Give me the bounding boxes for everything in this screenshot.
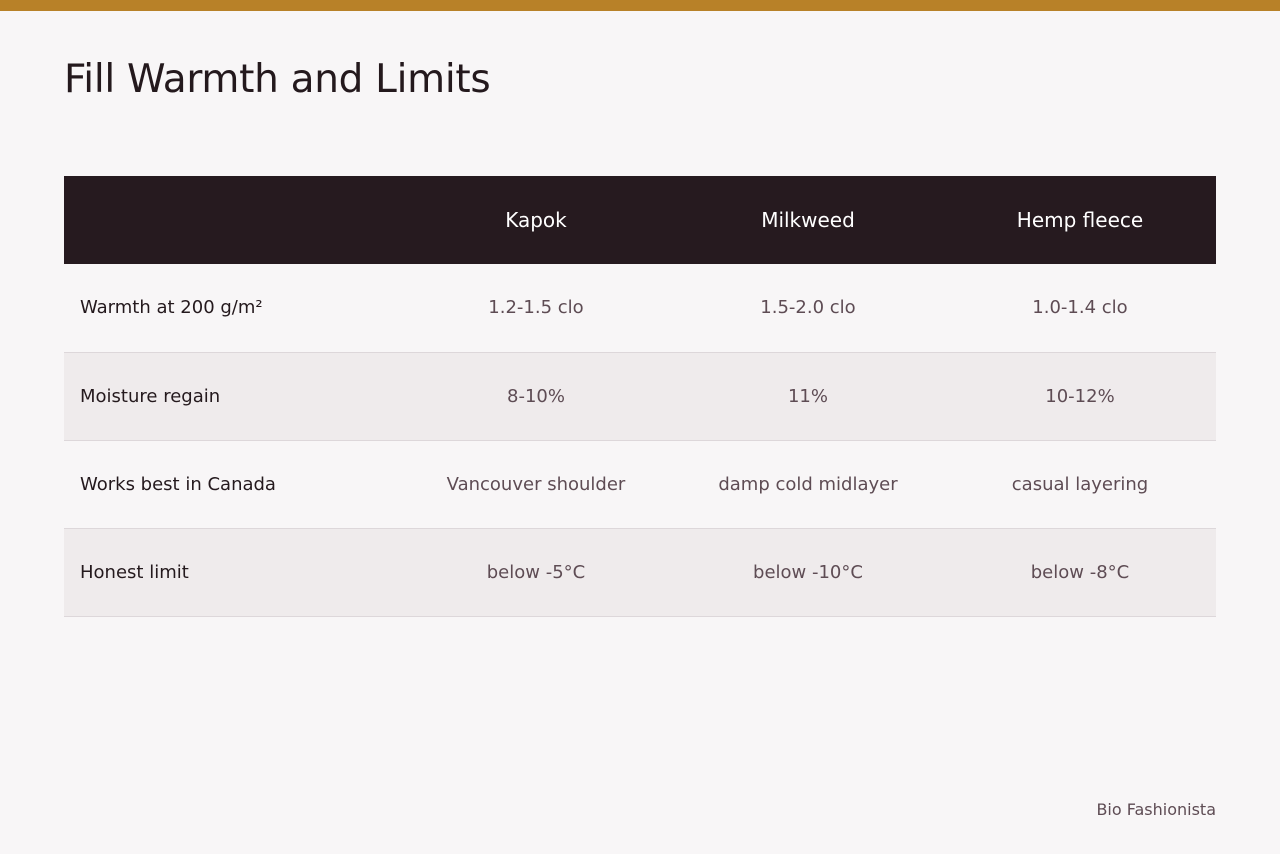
table-cell: Vancouver shoulder [446, 473, 626, 495]
column-header-empty [64, 176, 400, 264]
table-cell: 8-10% [507, 385, 565, 407]
row-label: Honest limit [80, 561, 189, 583]
table-cell: 1.0-1.4 clo [1032, 297, 1128, 319]
table-cell: below -10°C [753, 561, 863, 583]
brand-footer: Bio Fashionista [1096, 800, 1216, 819]
table-header-row: Kapok Milkweed Hemp fleece [64, 176, 1216, 264]
accent-bar [0, 0, 1280, 11]
table-cell: 11% [787, 385, 828, 407]
table-cell: 1.5-2.0 clo [760, 297, 856, 319]
row-label: Moisture regain [80, 385, 221, 407]
table-cell: damp cold midlayer [718, 473, 898, 495]
row-label: Works best in Canada [80, 473, 276, 495]
comparison-table: Kapok Milkweed Hemp fleece Warmth at 200… [64, 176, 1216, 617]
table-cell: below -5°C [486, 561, 586, 583]
table-cell: 10-12% [1045, 385, 1115, 407]
page-title: Fill Warmth and Limits [64, 57, 491, 102]
table-cell: casual layering [1011, 473, 1149, 495]
table-cell: below -8°C [1030, 561, 1130, 583]
column-header-kapok: Kapok [505, 208, 567, 232]
column-header-milkweed: Milkweed [761, 208, 855, 232]
table-row: Honest limit below -5°C below -10°C belo… [64, 528, 1216, 616]
table-row: Moisture regain 8-10% 11% 10-12% [64, 352, 1216, 440]
column-header-hemp-fleece: Hemp fleece [1016, 208, 1144, 232]
table-cell: 1.2-1.5 clo [488, 297, 584, 319]
table-row: Warmth at 200 g/m² 1.2-1.5 clo 1.5-2.0 c… [64, 264, 1216, 352]
table-row: Works best in Canada Vancouver shoulder … [64, 440, 1216, 528]
row-label: Warmth at 200 g/m² [80, 297, 263, 319]
